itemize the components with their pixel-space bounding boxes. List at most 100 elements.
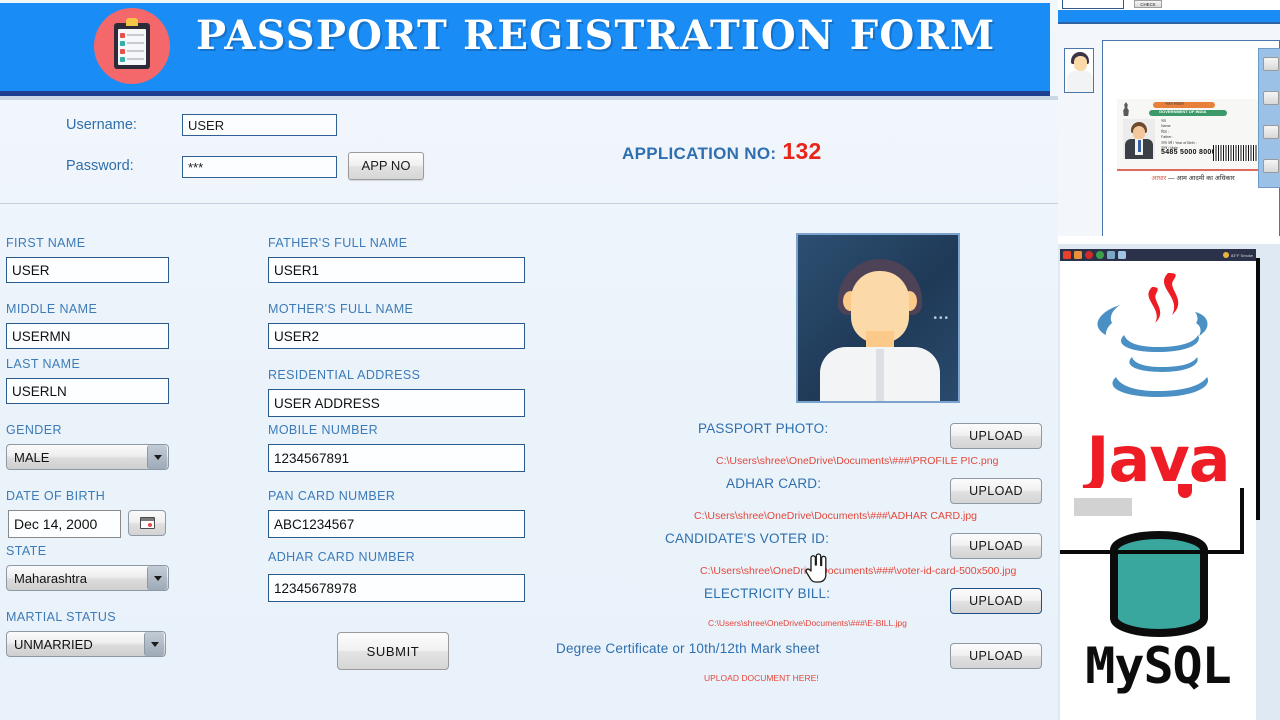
state-select[interactable]: Maharashtra (6, 565, 169, 591)
electricity-bill-path: C:\Users\shree\OneDrive\Documents\###\E-… (708, 618, 907, 628)
middle-name-label: MIDDLE NAME (6, 302, 98, 316)
side-button-1[interactable] (1263, 57, 1279, 71)
mysql-logo-text: MySQL (1085, 637, 1232, 695)
mysql-card-border (1240, 488, 1244, 550)
adhar-card-path: C:\Users\shree\OneDrive\Documents\###\AD… (694, 510, 978, 522)
first-name-input[interactable] (6, 257, 169, 283)
side-button-column (1258, 48, 1280, 188)
side-button-4[interactable] (1263, 159, 1279, 173)
desktop-taskbar: 83°F Smoke (1060, 249, 1256, 261)
state-label: STATE (6, 544, 47, 558)
chrome-icon[interactable] (1096, 251, 1104, 259)
section-divider (0, 203, 1058, 204)
voter-id-path: C:\Users\shree\OneDrive\Documents\###\vo… (700, 565, 1017, 577)
gender-select[interactable]: MALE (6, 444, 169, 470)
adhar-card-upload-label: ADHAR CARD: (726, 476, 822, 491)
gender-label: GENDER (6, 423, 62, 437)
passport-registration-window: PASSPORT REGISTRATION FORM Username: Pas… (0, 0, 1058, 720)
calendar-icon (139, 517, 155, 529)
side-button-3[interactable] (1263, 125, 1279, 139)
grey-placeholder (1074, 498, 1132, 516)
mysql-card-underline (1060, 550, 1244, 554)
check-button[interactable]: CHECK (1134, 0, 1162, 8)
app-icon-5[interactable] (1107, 251, 1115, 259)
aadhaar-footer-orange: आधार (1151, 175, 1167, 182)
electricity-bill-upload-label: ELECTRICITY BILL: (704, 586, 831, 601)
aadhaar-footer: आधार — आम आदमी का अधिकार (1117, 173, 1269, 182)
passport-photo-path: C:\Users\shree\OneDrive\Documents\###\PR… (716, 455, 999, 467)
chevron-down-icon[interactable] (144, 632, 164, 656)
aadhaar-card-preview: भारत सरकार GOVERNMENT OF INDIA नाम Name … (1102, 40, 1280, 244)
app-no-button[interactable]: APP NO (348, 152, 424, 180)
record-icon[interactable] (1085, 251, 1093, 259)
last-name-label: LAST NAME (6, 357, 81, 371)
login-strip: Username: Password: APP NO (0, 100, 1058, 200)
side-gap (1058, 236, 1280, 244)
first-name-label: FIRST NAME (6, 236, 86, 250)
mobile-number-input[interactable] (268, 444, 525, 472)
screen: PASSPORT REGISTRATION FORM Username: Pas… (0, 0, 1280, 720)
martial-status-select[interactable]: UNMARRIED (6, 631, 166, 657)
aadhaar-gov-english: GOVERNMENT OF INDIA (1159, 109, 1207, 114)
password-label: Password: (66, 158, 134, 174)
side-button-2[interactable] (1263, 91, 1279, 105)
degree-certificate-upload-label: Degree Certificate or 10th/12th Mark she… (556, 641, 820, 656)
aadhaar-holder-photo (1123, 119, 1155, 159)
submit-button[interactable]: SUBMIT (337, 632, 449, 670)
passport-photo-preview: ••• (796, 233, 960, 403)
date-of-birth-input[interactable] (8, 510, 121, 538)
gender-value: MALE (14, 449, 50, 465)
aadhaar-number: 5485 5000 8000 (1161, 149, 1216, 156)
middle-name-input[interactable] (6, 323, 169, 349)
username-label: Username: (66, 117, 137, 133)
residential-address-input[interactable] (268, 389, 525, 417)
username-input[interactable] (182, 114, 337, 136)
application-no-value: 132 (782, 138, 822, 164)
application-no-label: APPLICATION NO: (622, 144, 777, 163)
pan-card-label: PAN CARD NUMBER (268, 489, 396, 503)
calendar-picker-button[interactable] (128, 510, 166, 536)
last-name-input[interactable] (6, 378, 169, 404)
chevron-down-icon[interactable] (147, 566, 167, 590)
aadhaar-footer-rest: — आम आदमी का अधिकार (1168, 175, 1235, 182)
page-title: PASSPORT REGISTRATION FORM (196, 12, 996, 59)
weather-icon (1222, 252, 1229, 258)
side-document-panel: भारत सरकार GOVERNMENT OF INDIA नाम Name … (1058, 22, 1280, 244)
side-black-border (1256, 258, 1260, 520)
database-icon (1106, 530, 1212, 638)
upload-degree-certificate-button[interactable]: UPLOAD (950, 643, 1042, 669)
opera-icon[interactable] (1063, 251, 1071, 259)
aadhaar-gov-hindi: भारत सरकार (1165, 101, 1184, 106)
password-input[interactable] (182, 156, 337, 178)
fathers-name-label: FATHER'S FULL NAME (268, 236, 408, 250)
martial-status-label: MARTIAL STATUS (6, 610, 117, 624)
java-logo-text: Java (1086, 423, 1230, 496)
state-value: Maharashtra (14, 570, 87, 586)
side-search-input[interactable] (1062, 0, 1124, 9)
upload-adhar-card-button[interactable]: UPLOAD (950, 478, 1042, 504)
chevron-down-icon[interactable] (147, 445, 167, 469)
weather-text: 83°F Smoke (1230, 252, 1253, 258)
voter-id-upload-label: CANDIDATE'S VOTER ID: (665, 531, 830, 546)
mothers-name-input[interactable] (268, 323, 525, 349)
secondary-window-strip: CHECK भारत सरकार GOVERNMENT OF INDIA नाम… (1058, 0, 1280, 720)
mysql-logo-card: MySQL (1060, 488, 1256, 720)
upload-electricity-bill-button[interactable]: UPLOAD (950, 588, 1042, 614)
india-emblem-icon (1123, 102, 1129, 116)
pan-card-input[interactable] (268, 510, 525, 538)
upload-passport-photo-button[interactable]: UPLOAD (950, 423, 1042, 449)
mothers-name-label: MOTHER'S FULL NAME (268, 302, 414, 316)
date-of-birth-label: DATE OF BIRTH (6, 489, 106, 503)
adhar-card-label: ADHAR CARD NUMBER (268, 550, 416, 564)
passport-photo-upload-label: PASSPORT PHOTO: (698, 421, 829, 436)
fathers-name-input[interactable] (268, 257, 525, 283)
clipboard-checklist-icon (94, 8, 170, 84)
app-icon-6[interactable] (1118, 251, 1126, 259)
upload-voter-id-button[interactable]: UPLOAD (950, 533, 1042, 559)
side-profile-thumbnail (1064, 48, 1094, 93)
adhar-card-input[interactable] (268, 574, 525, 602)
application-no-display: APPLICATION NO: 132 (622, 138, 822, 165)
martial-status-value: UNMARRIED (14, 636, 93, 652)
mobile-number-label: MOBILE NUMBER (268, 423, 379, 437)
app-icon-2[interactable] (1074, 251, 1082, 259)
